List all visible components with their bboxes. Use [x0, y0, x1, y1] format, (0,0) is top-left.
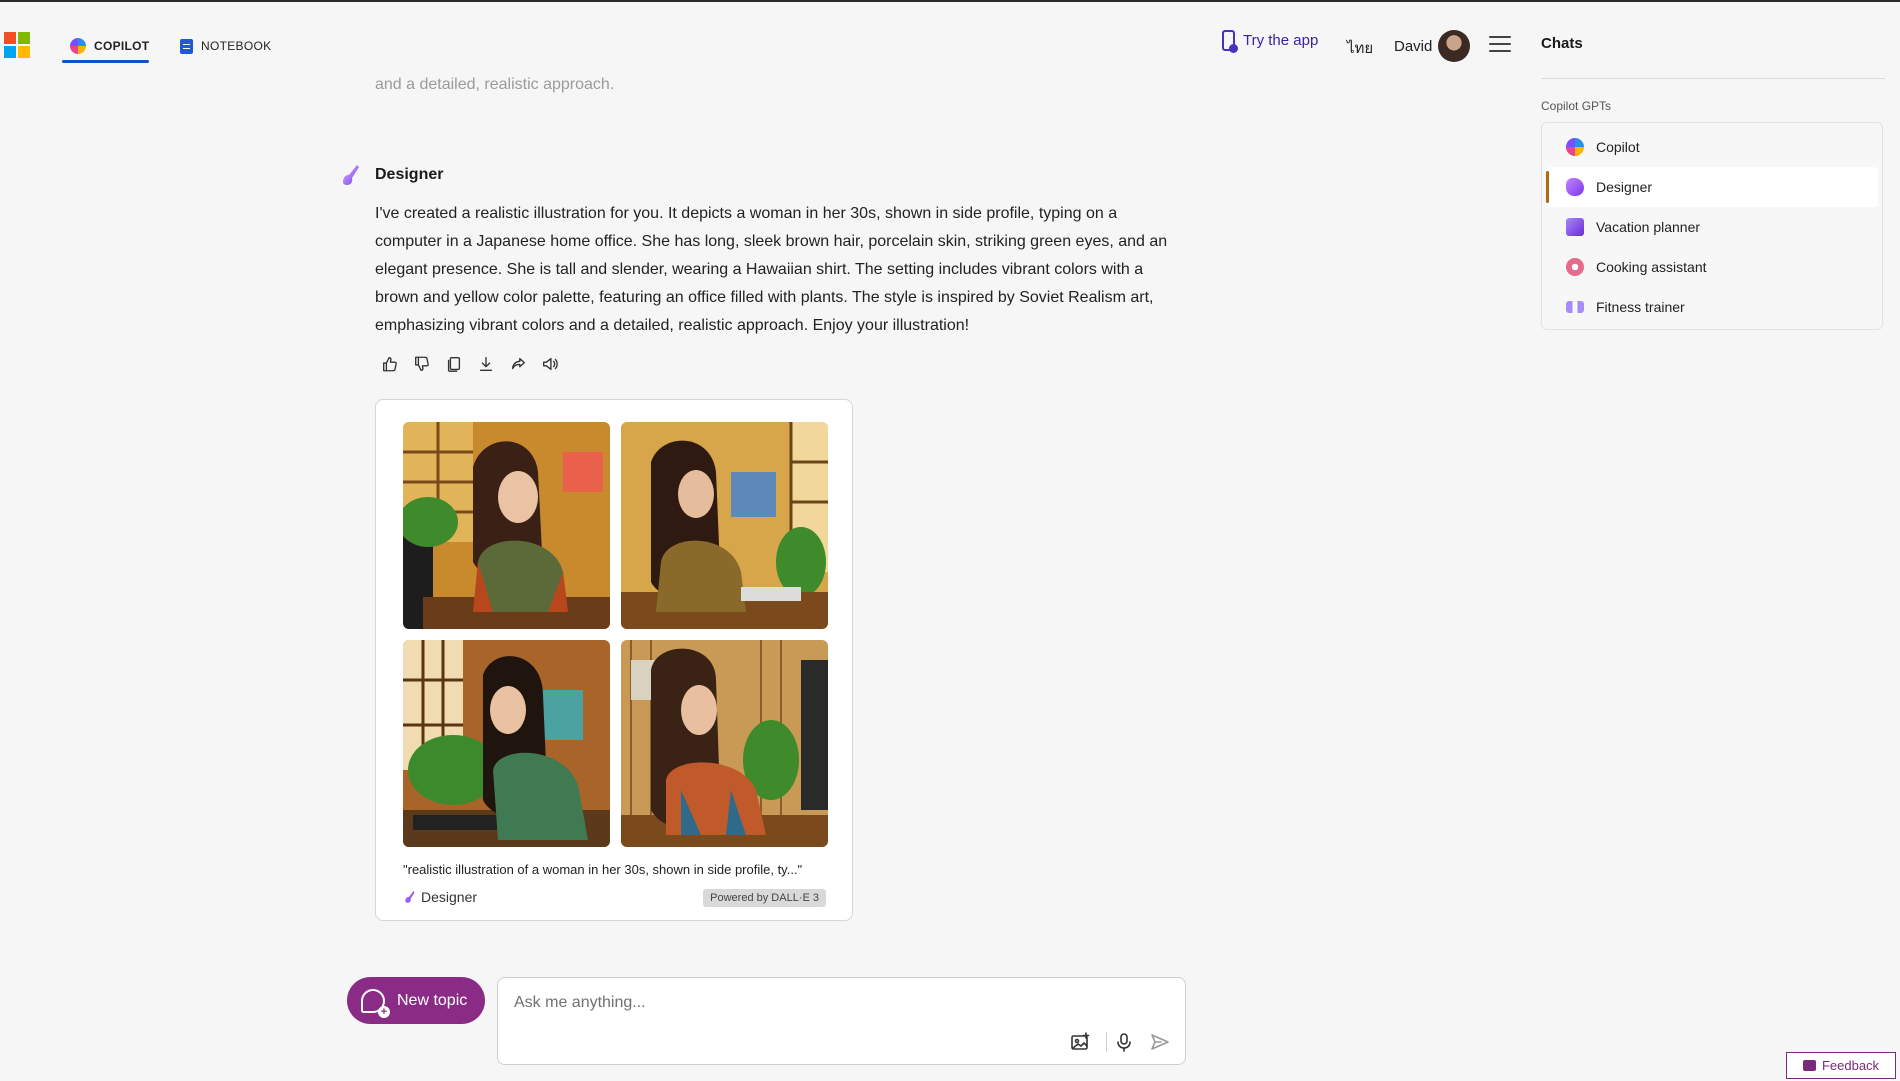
new-topic-icon: [361, 988, 390, 1018]
composer-divider: [1106, 1032, 1107, 1052]
thumbs-up-icon[interactable]: [380, 354, 400, 374]
microsoft-logo-icon[interactable]: [4, 32, 30, 58]
read-aloud-icon[interactable]: [540, 354, 560, 374]
image-upload-icon[interactable]: [1070, 1032, 1090, 1052]
gpt-item-cooking-assistant[interactable]: Cooking assistant: [1546, 247, 1878, 287]
try-the-app-label: Try the app: [1243, 32, 1319, 49]
message-actions: [380, 354, 560, 374]
gpt-item-fitness-trainer[interactable]: Fitness trainer: [1546, 287, 1878, 327]
menu-icon[interactable]: [1489, 36, 1511, 52]
feedback-icon: [1802, 1060, 1816, 1071]
designer-icon: [343, 165, 359, 185]
user-name[interactable]: David: [1394, 38, 1432, 55]
powered-by-badge: Powered by DALL·E 3: [703, 889, 826, 907]
tab-copilot-label: COPILOT: [94, 39, 150, 53]
image-source[interactable]: Designer: [403, 889, 477, 905]
feedback-button[interactable]: Feedback: [1786, 1052, 1896, 1079]
donut-icon: [1566, 258, 1584, 276]
gpt-item-label: Designer: [1596, 179, 1653, 195]
gpt-item-label: Copilot: [1596, 139, 1640, 155]
notebook-icon: [180, 38, 193, 54]
new-topic-label: New topic: [397, 991, 468, 1009]
copilot-gpts-label: Copilot GPTs: [1541, 99, 1612, 113]
thumbs-down-icon[interactable]: [412, 354, 432, 374]
panel-divider: [1541, 78, 1885, 79]
copy-icon[interactable]: [444, 354, 464, 374]
phone-icon: [1222, 30, 1238, 53]
gpt-list: Copilot Designer Vacation planner Cookin…: [1541, 122, 1883, 330]
assistant-message: I've created a realistic illustration fo…: [375, 205, 1168, 334]
copilot-icon: [1566, 138, 1584, 156]
tab-copilot[interactable]: COPILOT: [70, 28, 149, 64]
download-icon[interactable]: [476, 354, 496, 374]
gpt-item-label: Vacation planner: [1596, 219, 1701, 235]
suitcase-icon: [1566, 218, 1584, 236]
image-source-label: Designer: [421, 889, 478, 905]
new-topic-button[interactable]: New topic: [347, 977, 485, 1024]
feedback-label: Feedback: [1821, 1058, 1880, 1073]
generated-image-2[interactable]: [621, 422, 828, 629]
gpt-item-label: Fitness trainer: [1596, 299, 1685, 315]
copilot-icon: [70, 38, 86, 54]
generated-image-3[interactable]: [403, 640, 610, 847]
language-selector[interactable]: ไทย: [1347, 36, 1373, 60]
designer-icon: [1566, 178, 1584, 196]
tab-notebook-label: NOTEBOOK: [201, 39, 272, 53]
dumbbell-icon: [1566, 301, 1584, 313]
send-icon[interactable]: [1150, 1032, 1170, 1052]
chats-title: Chats: [1541, 35, 1583, 52]
image-result-card: "realistic illustration of a woman in he…: [375, 399, 853, 921]
gpt-item-copilot[interactable]: Copilot: [1546, 127, 1878, 167]
previous-message-tail: and a detailed, realistic approach.: [375, 76, 615, 93]
generated-image-1[interactable]: [403, 422, 610, 629]
generated-image-4[interactable]: [621, 640, 828, 847]
composer: [497, 977, 1186, 1065]
sender-name: Designer: [375, 166, 444, 183]
gpt-item-label: Cooking assistant: [1596, 259, 1707, 275]
chat-input[interactable]: [512, 990, 1116, 1016]
avatar[interactable]: [1438, 30, 1470, 62]
microphone-icon[interactable]: [1114, 1032, 1134, 1052]
try-the-app-button[interactable]: Try the app: [1222, 30, 1319, 53]
gpt-item-vacation-planner[interactable]: Vacation planner: [1546, 207, 1878, 247]
gpt-item-designer[interactable]: Designer: [1546, 167, 1878, 207]
active-tab-indicator: [62, 60, 149, 63]
image-caption: "realistic illustration of a woman in he…: [403, 862, 803, 877]
designer-icon: [405, 891, 415, 903]
tab-notebook[interactable]: NOTEBOOK: [180, 28, 271, 64]
share-icon[interactable]: [508, 354, 528, 374]
